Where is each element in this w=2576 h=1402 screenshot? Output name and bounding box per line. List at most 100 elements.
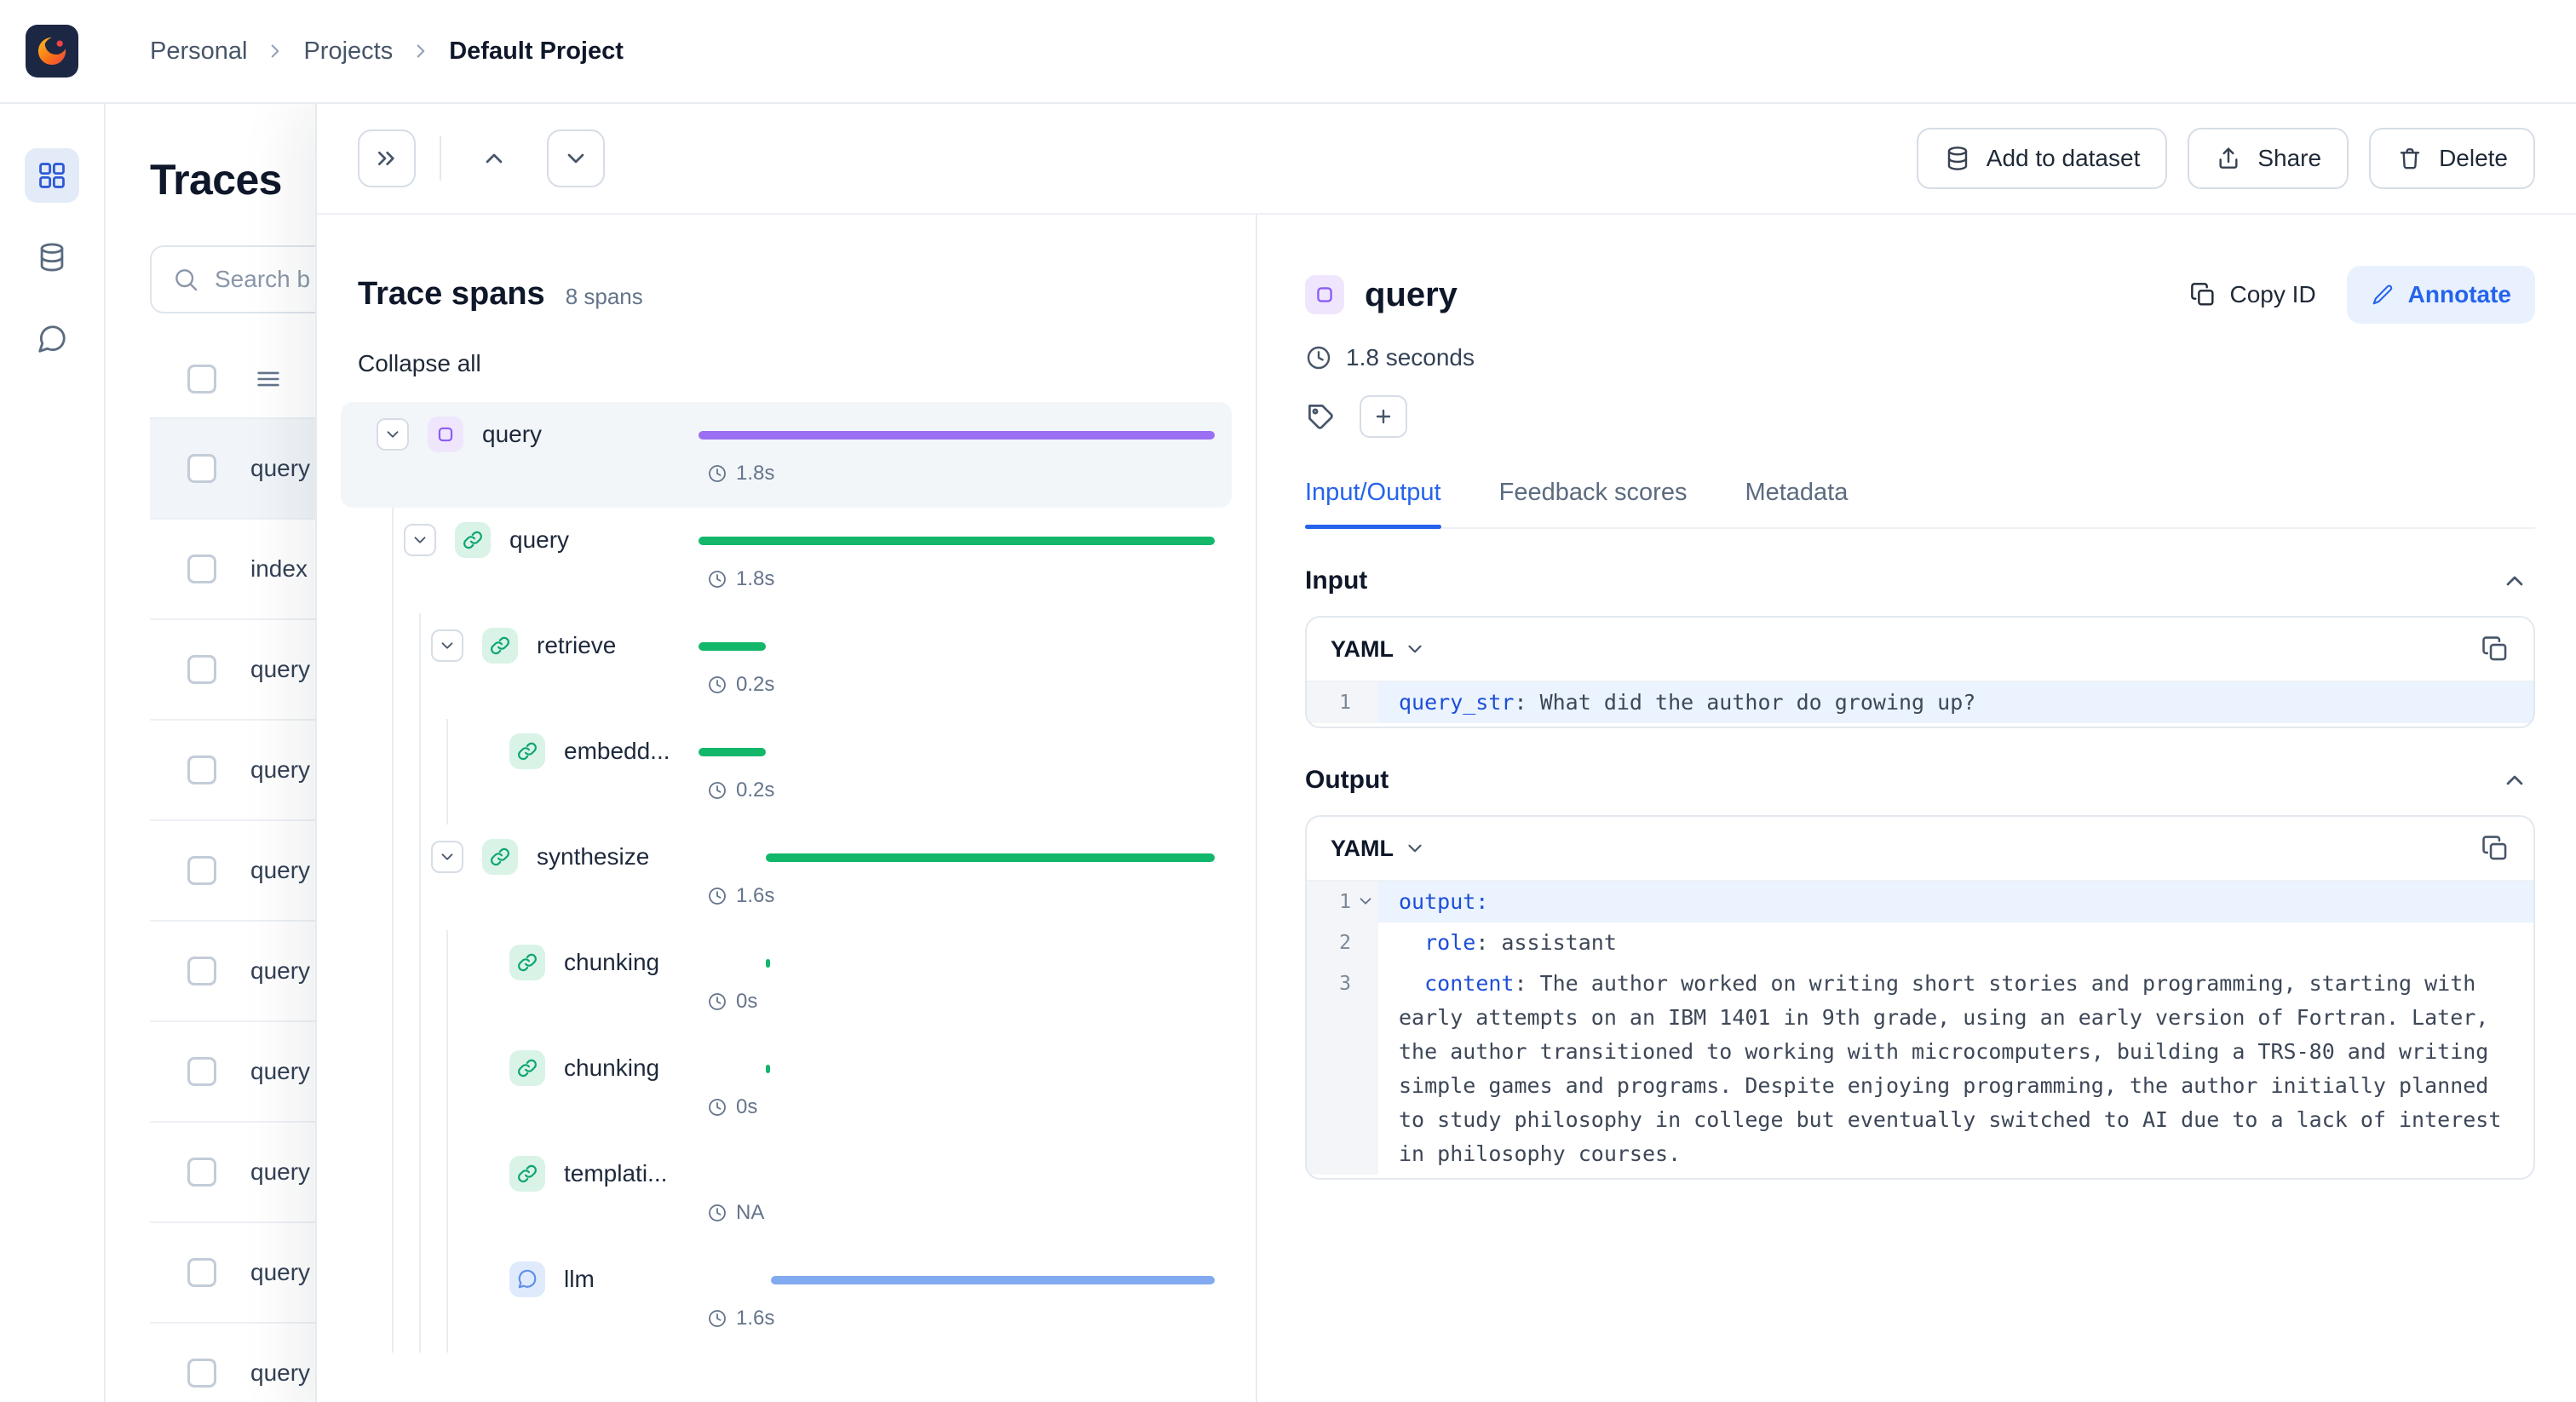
span-row[interactable]: embedd... 0.2s bbox=[341, 719, 1232, 825]
row-checkbox[interactable] bbox=[187, 957, 216, 985]
input-format-select[interactable]: YAML bbox=[1331, 636, 1426, 663]
row-checkbox[interactable] bbox=[187, 655, 216, 684]
copy-id-button[interactable]: Copy ID bbox=[2172, 267, 2333, 322]
span-row[interactable]: llm 1.6s bbox=[341, 1247, 1232, 1353]
row-checkbox[interactable] bbox=[187, 1359, 216, 1388]
database-icon bbox=[36, 241, 68, 273]
span-timeline: 1.8s bbox=[699, 516, 1215, 613]
row-checkbox[interactable] bbox=[187, 1258, 216, 1287]
span-row[interactable]: synthesize 1.6s bbox=[341, 825, 1232, 930]
span-name: retrieve bbox=[537, 632, 617, 658]
breadcrumb-item[interactable]: Default Project bbox=[449, 37, 624, 66]
copy-output-icon[interactable] bbox=[2481, 834, 2510, 863]
duration-bar bbox=[699, 748, 766, 756]
toolbar-divider bbox=[440, 136, 441, 181]
duration-bar bbox=[765, 1065, 770, 1073]
span-row-label-area: chunking bbox=[358, 939, 699, 986]
trace-detail-drawer: Add to dataset Share Delete Trace spans … bbox=[315, 104, 2576, 1402]
body: Traces queryindexqueryqueryqueryqueryque… bbox=[0, 104, 2576, 1402]
duration-text: 0s bbox=[736, 1095, 758, 1118]
span-name: embedd... bbox=[564, 738, 670, 764]
duration-bar bbox=[699, 642, 766, 651]
sidebar-item-grid[interactable] bbox=[25, 148, 79, 203]
sidebar-item-database[interactable] bbox=[25, 230, 79, 284]
input-format-label: YAML bbox=[1331, 635, 1394, 662]
add-to-dataset-button[interactable]: Add to dataset bbox=[1916, 128, 2168, 189]
collapse-all-button[interactable]: Collapse all bbox=[358, 350, 481, 377]
comet-logo[interactable] bbox=[26, 25, 78, 78]
row-checkbox[interactable] bbox=[187, 1057, 216, 1086]
output-section-title: Output bbox=[1305, 766, 1389, 794]
row-checkbox[interactable] bbox=[187, 554, 216, 583]
span-timeline: 0s bbox=[699, 1044, 1215, 1141]
next-trace-button[interactable] bbox=[547, 129, 605, 187]
chevron-down-icon bbox=[1404, 837, 1426, 859]
collapse-input-icon[interactable] bbox=[2501, 567, 2528, 595]
row-checkbox[interactable] bbox=[187, 454, 216, 483]
code-text: query_str: What did the author do growin… bbox=[1378, 682, 2533, 723]
input-section-header: Input bbox=[1305, 566, 2535, 595]
span-icon bbox=[482, 628, 518, 664]
line-number: 1 bbox=[1307, 682, 1378, 723]
tab-feedback-scores[interactable]: Feedback scores bbox=[1499, 479, 1688, 527]
collapse-span-button[interactable] bbox=[377, 418, 409, 451]
trace-icon bbox=[1305, 275, 1344, 314]
span-row[interactable]: chunking 0s bbox=[341, 930, 1232, 1036]
copy-input-icon[interactable] bbox=[2481, 635, 2510, 664]
prev-trace-button[interactable] bbox=[465, 129, 523, 187]
annotate-label: Annotate bbox=[2407, 281, 2511, 307]
row-checkbox[interactable] bbox=[187, 1158, 216, 1187]
output-codebox-header: YAML bbox=[1307, 817, 2533, 880]
span-name: templati... bbox=[564, 1160, 668, 1187]
row-checkbox[interactable] bbox=[187, 856, 216, 885]
row-checkbox[interactable] bbox=[187, 756, 216, 784]
duration-text: 1.8 seconds bbox=[1346, 344, 1475, 371]
share-button[interactable]: Share bbox=[2188, 128, 2349, 189]
toolbar-right: Add to dataset Share Delete bbox=[1916, 128, 2535, 189]
span-timeline: 1.6s bbox=[699, 1255, 1215, 1353]
span-row[interactable]: chunking 0s bbox=[341, 1036, 1232, 1141]
span-row[interactable]: templati... NA bbox=[341, 1141, 1232, 1247]
detail-tags bbox=[1305, 395, 2535, 438]
span-icon bbox=[509, 945, 545, 980]
span-row[interactable]: retrieve 0.2s bbox=[341, 613, 1232, 719]
clock-icon bbox=[707, 569, 727, 589]
content: Traces queryindexqueryqueryqueryqueryque… bbox=[106, 104, 2576, 1402]
duration-bar bbox=[765, 853, 1215, 862]
collapse-span-button[interactable] bbox=[404, 524, 436, 556]
duration-text: 1.6s bbox=[736, 884, 775, 907]
comet-flame-icon bbox=[33, 32, 71, 70]
top-bar: Personal Projects Default Project bbox=[0, 0, 2576, 104]
line-number-text: 3 bbox=[1339, 973, 1351, 995]
output-format-select[interactable]: YAML bbox=[1331, 836, 1426, 862]
fold-icon[interactable] bbox=[1356, 892, 1375, 911]
detail-title: query bbox=[1365, 275, 1458, 313]
span-row[interactable]: query 1.8s bbox=[341, 402, 1232, 508]
breadcrumb-item[interactable]: Projects bbox=[303, 37, 393, 66]
tab-metadata[interactable]: Metadata bbox=[1745, 479, 1848, 527]
breadcrumb-item[interactable]: Personal bbox=[150, 37, 247, 66]
sidebar-item-message[interactable] bbox=[25, 312, 79, 366]
collapse-span-button[interactable] bbox=[431, 629, 463, 662]
columns-menu-icon[interactable] bbox=[254, 365, 283, 394]
span-timeline: 0s bbox=[699, 939, 1215, 1036]
add-to-dataset-label: Add to dataset bbox=[1986, 145, 2141, 171]
span-row[interactable]: query 1.8s bbox=[341, 508, 1232, 613]
trace-toolbar: Add to dataset Share Delete bbox=[317, 104, 2576, 213]
expand-panel-button[interactable] bbox=[358, 129, 416, 187]
collapse-output-icon[interactable] bbox=[2501, 767, 2528, 794]
span-row-label-area: llm bbox=[358, 1255, 699, 1303]
clock-icon bbox=[1305, 344, 1332, 371]
span-name: chunking bbox=[564, 1054, 660, 1081]
annotate-button[interactable]: Annotate bbox=[2346, 266, 2535, 324]
add-tag-button[interactable] bbox=[1360, 395, 1407, 438]
delete-button[interactable]: Delete bbox=[2369, 128, 2535, 189]
collapse-span-button[interactable] bbox=[431, 841, 463, 873]
span-duration: 0.2s bbox=[707, 779, 774, 802]
spans-count: 8 spans bbox=[565, 284, 643, 309]
input-codebox: YAML 1 query_str: What did the author do … bbox=[1305, 616, 2535, 728]
select-all-checkbox[interactable] bbox=[187, 365, 216, 394]
tab-input-output[interactable]: Input/Output bbox=[1305, 479, 1441, 528]
detail-title-group: query bbox=[1305, 275, 2172, 314]
span-detail-panel: query Copy ID Annotate 1.8 seconds Input… bbox=[1257, 215, 2576, 1402]
